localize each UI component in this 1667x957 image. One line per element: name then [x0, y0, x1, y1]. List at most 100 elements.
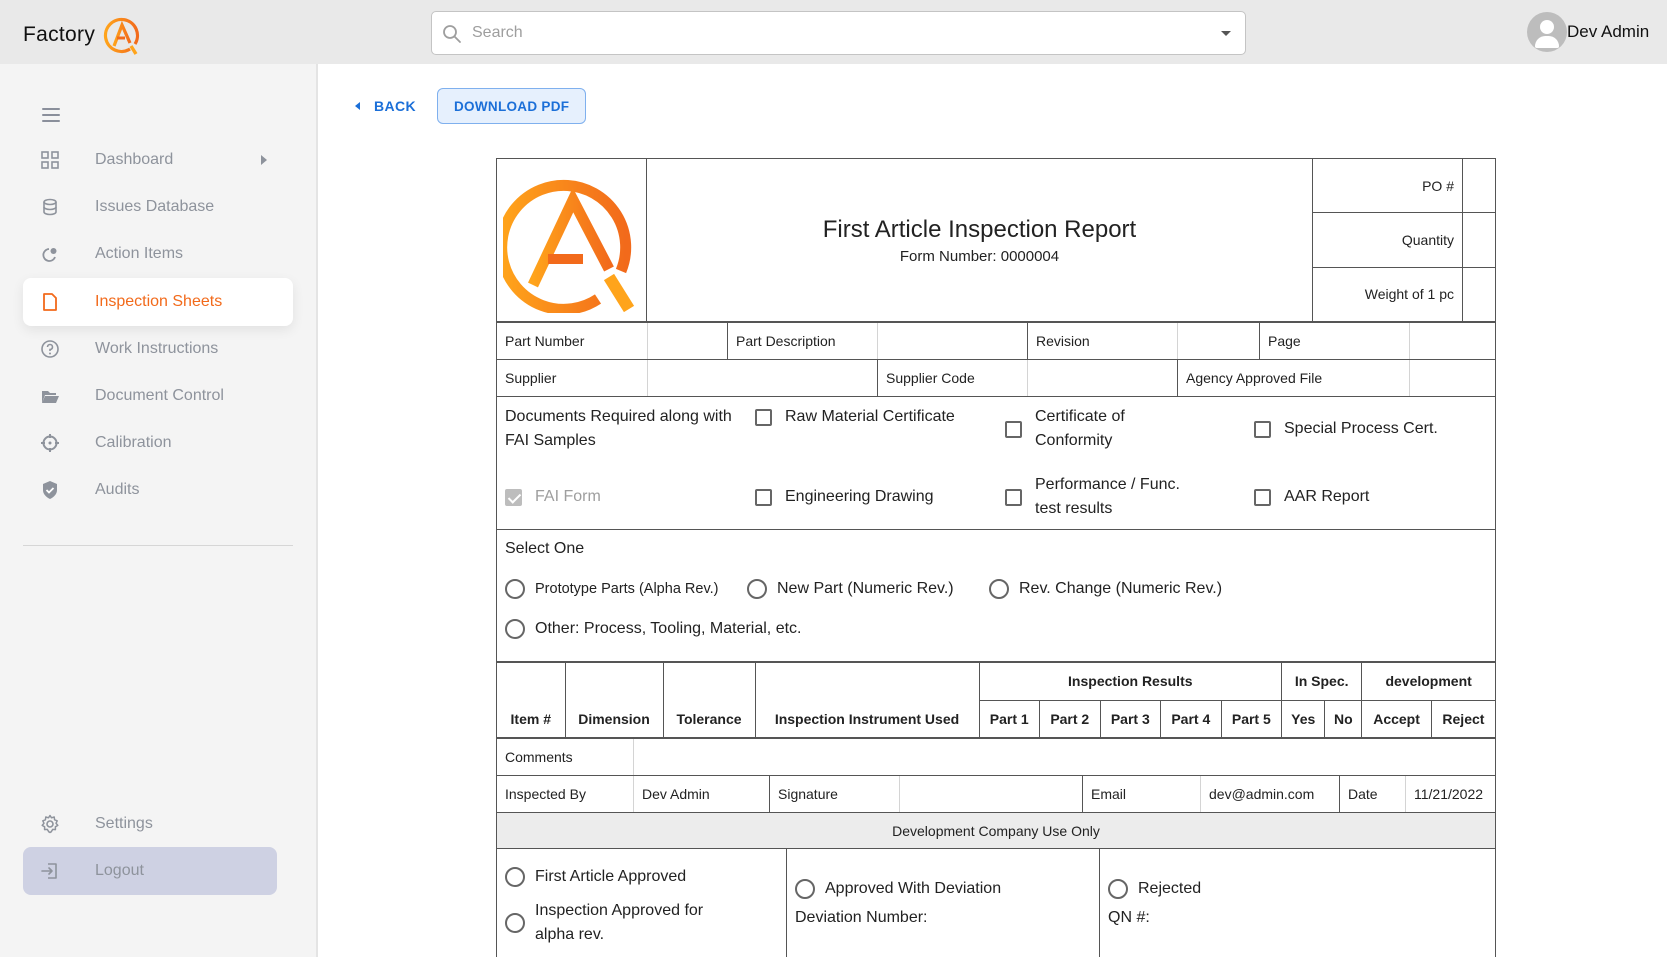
- supplier-label: Supplier: [505, 370, 557, 386]
- special-process-cert-checkbox[interactable]: Special Process Cert.: [1254, 417, 1494, 441]
- company-logo-icon: [502, 179, 634, 313]
- user-icon-body: [1535, 36, 1559, 48]
- sidebar-item-label: Calibration: [95, 434, 172, 451]
- checkbox-box[interactable]: [505, 488, 522, 506]
- brand-logo-icon: [104, 17, 140, 55]
- sidebar-item-issues-database[interactable]: Issues Database: [23, 183, 293, 231]
- engineering-drawing-checkbox[interactable]: Engineering Drawing: [755, 485, 934, 509]
- supplier-row: Supplier Supplier Code Agency Approved F…: [497, 360, 1495, 397]
- quantity-label: Quantity: [1313, 213, 1463, 267]
- quantity-row: Quantity: [1313, 213, 1495, 268]
- supplier-value[interactable]: [647, 360, 877, 396]
- sidebar-item-calibration[interactable]: Calibration: [23, 419, 293, 467]
- raw-material-certificate-checkbox[interactable]: Raw Material Certificate: [755, 405, 955, 429]
- radio-circle[interactable]: [989, 579, 1009, 599]
- column-header-instrument: Inspection Instrument Used: [754, 700, 979, 737]
- checkbox-box[interactable]: [1254, 420, 1271, 438]
- radio-circle[interactable]: [505, 619, 525, 639]
- chevron-down-icon[interactable]: [1221, 31, 1231, 36]
- quantity-value[interactable]: [1463, 213, 1495, 266]
- header-spacer: [564, 663, 663, 700]
- approval-col-3: Rejected QN #:: [1099, 849, 1495, 957]
- radio-circle[interactable]: [505, 867, 525, 887]
- performance-test-results-checkbox[interactable]: Performance / Func. test results: [1005, 473, 1205, 521]
- form-logo: [497, 159, 647, 321]
- aar-report-checkbox[interactable]: AAR Report: [1254, 485, 1369, 509]
- first-article-approved-radio[interactable]: First Article Approved: [505, 865, 686, 889]
- sidebar-item-action-items[interactable]: Action Items: [23, 230, 293, 278]
- radio-circle[interactable]: [505, 913, 525, 933]
- hamburger-menu-icon[interactable]: [42, 108, 60, 122]
- prototype-parts-radio[interactable]: Prototype Parts (Alpha Rev.): [505, 577, 718, 601]
- other-radio[interactable]: Other: Process, Tooling, Material, etc.: [505, 617, 801, 641]
- radio-circle[interactable]: [747, 579, 767, 599]
- agency-approved-file-label: Agency Approved File: [1177, 360, 1409, 396]
- weight-row: Weight of 1 pc: [1313, 267, 1495, 321]
- sidebar-item-audits[interactable]: Audits: [23, 466, 293, 514]
- sidebar-item-document-control[interactable]: Document Control: [23, 372, 293, 420]
- part-number-value[interactable]: [647, 323, 727, 359]
- checkbox-box[interactable]: [1005, 420, 1022, 438]
- user-menu[interactable]: Dev Admin: [1527, 12, 1649, 52]
- back-button[interactable]: BACK: [348, 91, 416, 121]
- sidebar-item-label: Work Instructions: [95, 340, 219, 357]
- checkbox-label: Engineering Drawing: [785, 488, 934, 505]
- user-name: Dev Admin: [1567, 22, 1650, 41]
- sidebar-item-inspection-sheets[interactable]: Inspection Sheets: [23, 278, 293, 326]
- date-value[interactable]: 11/21/2022: [1405, 776, 1495, 812]
- radio-label: Rev. Change (Numeric Rev.): [1019, 580, 1223, 597]
- comments-value[interactable]: [633, 739, 1495, 775]
- new-part-radio[interactable]: New Part (Numeric Rev.): [747, 577, 954, 601]
- part-description-value[interactable]: [877, 323, 1027, 359]
- checkbox-label: FAI Form: [535, 488, 601, 505]
- brand[interactable]: Factory: [23, 15, 143, 55]
- page-label: Page: [1259, 323, 1409, 359]
- weight-value[interactable]: [1463, 268, 1495, 321]
- checkbox-box[interactable]: [1005, 488, 1022, 506]
- rejected-radio[interactable]: Rejected: [1108, 877, 1201, 901]
- page-value[interactable]: [1409, 323, 1495, 359]
- fai-form-checkbox[interactable]: FAI Form: [505, 485, 601, 509]
- inspected-by-value[interactable]: Dev Admin: [633, 776, 769, 812]
- radio-circle[interactable]: [505, 579, 525, 599]
- search-box[interactable]: [431, 11, 1246, 55]
- certificate-of-conformity-checkbox[interactable]: Certificate of Conformity: [1005, 405, 1205, 453]
- revision-label: Revision: [1027, 323, 1177, 359]
- table-group-header-row: Inspection Results In Spec. development: [497, 663, 1495, 700]
- inspection-approved-alpha-radio[interactable]: Inspection Approved for alpha rev.: [505, 899, 745, 947]
- po-number-value[interactable]: [1463, 159, 1495, 212]
- sidebar-item-label: Action Items: [95, 245, 184, 262]
- radio-circle[interactable]: [1108, 879, 1128, 899]
- comments-row: Comments: [497, 739, 1495, 776]
- checkbox-box[interactable]: [1254, 488, 1271, 506]
- sidebar-item-settings[interactable]: Settings: [23, 800, 293, 848]
- download-pdf-button[interactable]: DOWNLOAD PDF: [437, 88, 587, 124]
- sidebar-item-work-instructions[interactable]: Work Instructions: [23, 325, 293, 373]
- select-one-label: Select One: [505, 540, 585, 557]
- approved-with-deviation-radio[interactable]: Approved With Deviation: [795, 877, 1001, 901]
- search-input[interactable]: [472, 12, 1192, 54]
- logout-button[interactable]: Logout: [23, 847, 277, 895]
- folder-open-icon: [42, 391, 59, 403]
- deviation-number-label: Deviation Number:: [795, 909, 928, 926]
- sidebar-divider: [23, 545, 293, 546]
- sidebar-item-dashboard[interactable]: Dashboard: [23, 136, 293, 184]
- rev-change-radio[interactable]: Rev. Change (Numeric Rev.): [989, 577, 1222, 601]
- agency-approved-file-value[interactable]: [1409, 360, 1495, 396]
- approval-section: First Article Approved Inspection Approv…: [497, 849, 1495, 957]
- signature-value[interactable]: [899, 776, 1082, 812]
- supplier-code-value[interactable]: [1027, 360, 1177, 396]
- radio-circle[interactable]: [795, 879, 815, 899]
- date-label: Date: [1339, 776, 1405, 812]
- pie-chart-icon: [42, 248, 57, 262]
- avatar[interactable]: [1527, 12, 1567, 52]
- checkbox-box[interactable]: [755, 408, 772, 426]
- main-content: BACK DOWNLOAD PDF First Article Inspecti…: [320, 64, 1667, 957]
- email-value[interactable]: dev@admin.com: [1200, 776, 1339, 812]
- revision-value[interactable]: [1177, 323, 1259, 359]
- checkbox-box[interactable]: [755, 488, 772, 506]
- checkbox-label: Special Process Cert.: [1284, 420, 1438, 437]
- radio-label: New Part (Numeric Rev.): [777, 580, 954, 597]
- radio-label: Inspection Approved for alpha rev.: [535, 902, 704, 943]
- part-description-label: Part Description: [727, 323, 877, 359]
